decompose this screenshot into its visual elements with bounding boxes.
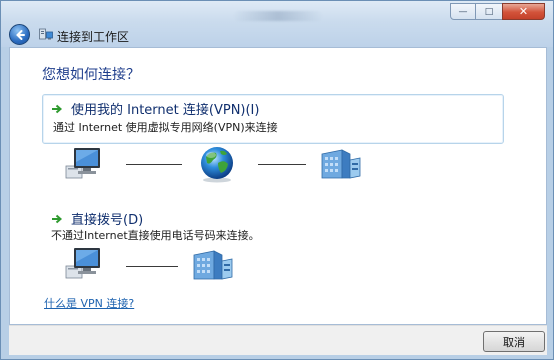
cancel-button[interactable]: 取消 <box>483 331 545 352</box>
green-arrow-icon <box>52 104 63 114</box>
computer-icon <box>65 148 100 179</box>
green-arrow-icon <box>52 214 63 224</box>
workplace-building-icon <box>321 149 361 179</box>
connection-line <box>126 164 182 165</box>
back-button[interactable] <box>9 24 30 45</box>
back-arrow-icon <box>15 29 25 40</box>
maximize-button[interactable]: □ <box>476 3 502 20</box>
option-dialup-label: 直接拨号(D) <box>71 213 144 228</box>
title-bar: — □ ✕ 连接到工作区 <box>1 1 553 47</box>
network-workplace-icon <box>39 28 53 40</box>
option-vpn[interactable]: 使用我的 Internet 连接(VPN)(I) 通过 Internet 使用虚… <box>42 94 504 144</box>
close-button[interactable]: ✕ <box>502 3 545 20</box>
workplace-building-icon <box>193 250 233 280</box>
minimize-button[interactable]: — <box>450 3 476 20</box>
window-controls: — □ ✕ <box>450 3 545 20</box>
page-heading: 您想如何连接？ <box>42 67 140 83</box>
globe-icon <box>201 147 233 183</box>
option-dialup[interactable]: 直接拨号(D) 不通过Internet直接使用电话号码来连接。 <box>42 204 504 242</box>
wizard-content: 您想如何连接？ 使用我的 Internet 连接(VPN)(I) 通过 Inte… <box>9 47 547 325</box>
option-dialup-description: 不通过Internet直接使用电话号码来连接。 <box>51 229 260 242</box>
wizard-title: 连接到工作区 <box>57 30 130 44</box>
blurred-window-title <box>233 11 323 21</box>
help-link-vpn[interactable]: 什么是 VPN 连接? <box>44 295 134 311</box>
connection-line <box>126 266 178 267</box>
button-bar: 取消 <box>9 325 547 355</box>
option-vpn-description: 通过 Internet 使用虚拟专用网络(VPN)来连接 <box>53 121 278 134</box>
option-vpn-label: 使用我的 Internet 连接(VPN)(I) <box>71 103 260 118</box>
connection-line <box>258 164 306 165</box>
computer-icon <box>65 248 100 279</box>
dialog-window: — □ ✕ 连接到工作区 您想如何连接？ 使用我的 Internet 连接(VP… <box>0 0 554 360</box>
